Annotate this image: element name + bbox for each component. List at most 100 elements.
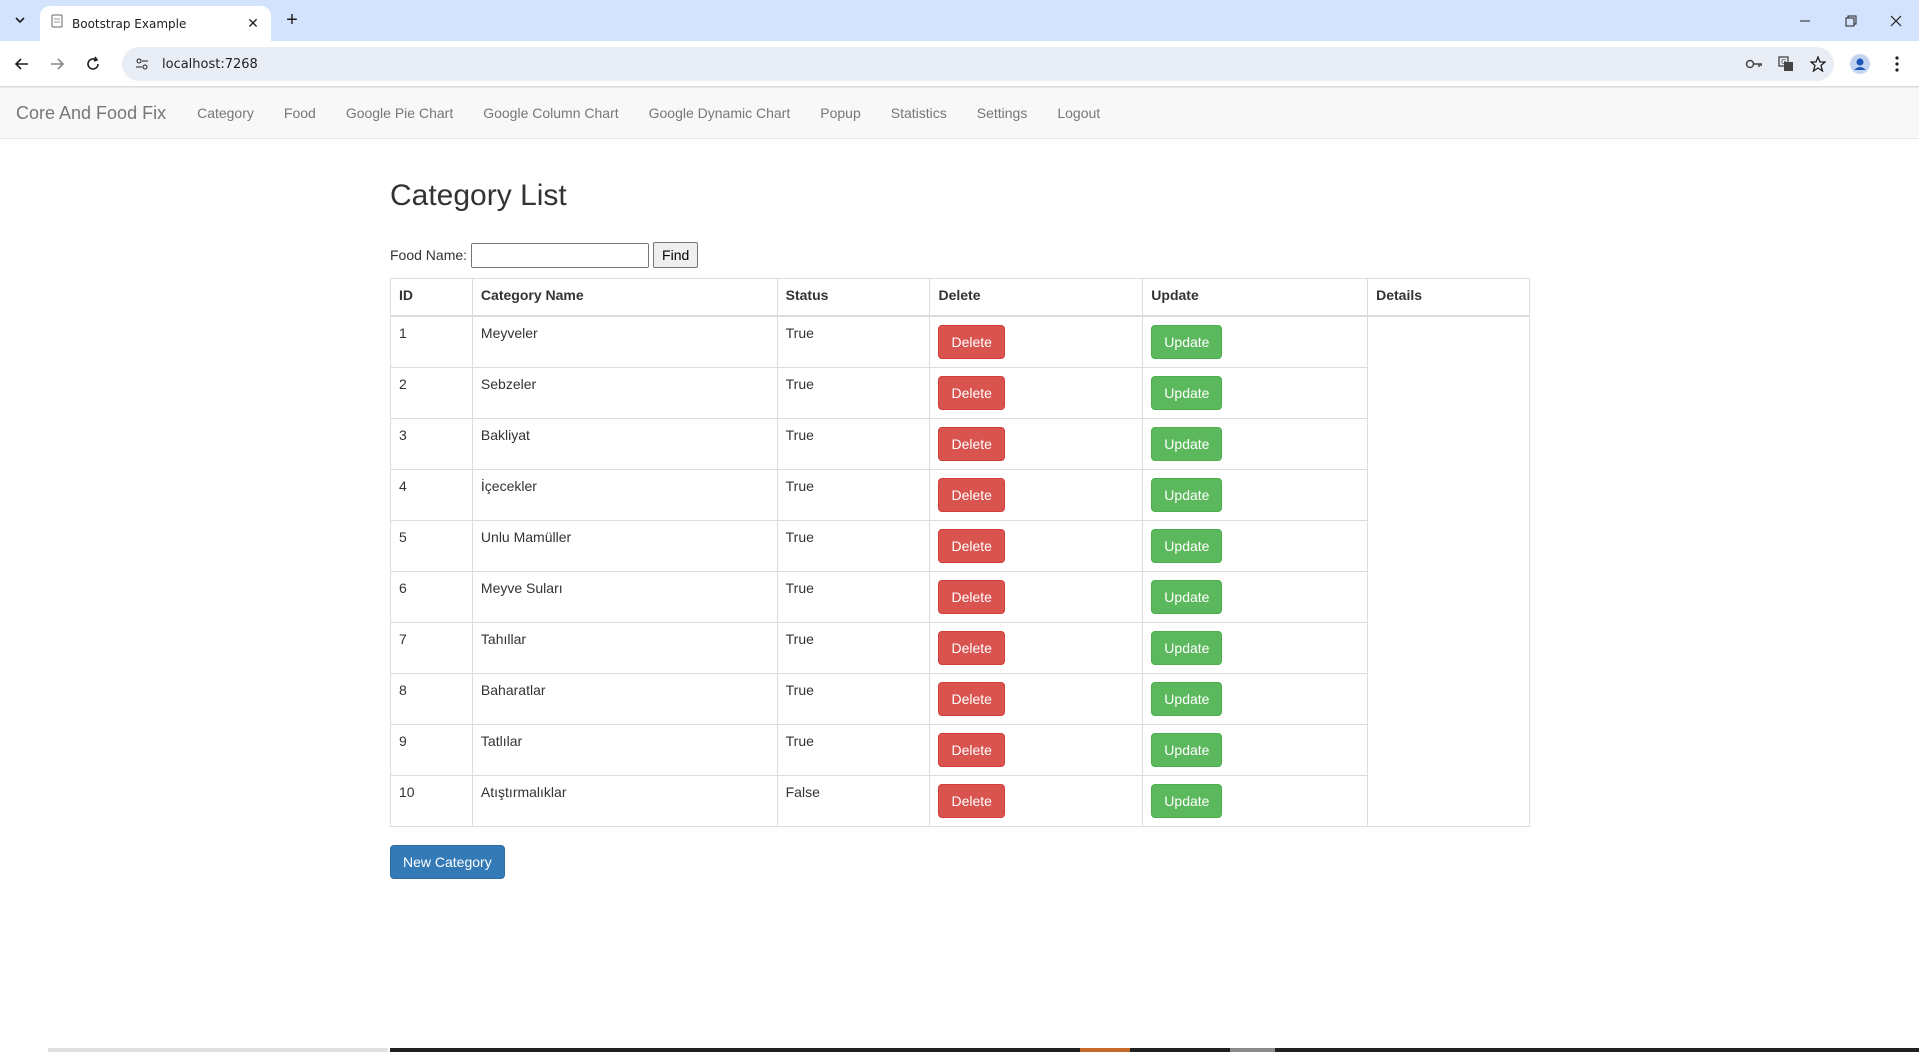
update-button[interactable]: Update (1151, 426, 1223, 461)
update-button[interactable]: Update (1151, 630, 1223, 665)
update-button[interactable]: Update (1151, 681, 1223, 716)
delete-button[interactable]: Delete (938, 477, 1005, 512)
cell-id: 10 (390, 774, 473, 827)
translate-icon[interactable]: G (1770, 50, 1802, 78)
update-button[interactable]: Update (1151, 528, 1223, 563)
cell-category-name: Meyveler (471, 315, 778, 368)
tab-title: Bootstrap Example (72, 16, 187, 31)
delete-button[interactable]: Delete (938, 324, 1005, 359)
cell-category-name: Meyve Suları (471, 570, 778, 623)
nav-link-category[interactable]: Category (182, 105, 269, 121)
nav-link-statistics[interactable]: Statistics (876, 105, 962, 121)
table-row: 1 Meyveler True Delete Update (390, 315, 1530, 827)
update-button[interactable]: Update (1151, 732, 1223, 767)
back-icon[interactable] (8, 50, 36, 78)
search-form: Food Name: Find (390, 242, 699, 268)
cell-category-name: Unlu Mamüller (471, 519, 778, 572)
delete-button[interactable]: Delete (938, 783, 1005, 818)
cell-id: 2 (390, 366, 473, 419)
cell-id: 6 (390, 570, 473, 623)
delete-button[interactable]: Delete (938, 375, 1005, 410)
cell-id: 9 (390, 723, 473, 776)
cell-update: Update (1142, 315, 1369, 368)
browser-tab[interactable]: Bootstrap Example ✕ (40, 6, 271, 41)
password-key-icon[interactable] (1738, 50, 1770, 78)
navbar-brand[interactable]: Core And Food Fix (16, 103, 166, 124)
nav-link-food[interactable]: Food (269, 105, 331, 121)
nav-link-logout[interactable]: Logout (1042, 105, 1115, 121)
cell-id: 8 (390, 672, 473, 725)
cell-status: False (776, 774, 931, 827)
table-row: 9 Tatlılar True Delete Update (390, 723, 1530, 776)
close-tab-icon[interactable]: ✕ (243, 14, 263, 34)
delete-button[interactable]: Delete (938, 426, 1005, 461)
cell-delete: Delete (929, 723, 1144, 776)
address-bar[interactable]: localhost:7268 G (122, 47, 1834, 81)
food-name-input[interactable] (471, 242, 650, 268)
cell-delete: Delete (929, 621, 1144, 674)
cell-delete: Delete (929, 570, 1144, 623)
search-label: Food Name: (390, 247, 468, 263)
cell-update: Update (1142, 621, 1369, 674)
column-header-details: Details (1367, 278, 1530, 317)
update-button[interactable]: Update (1151, 783, 1223, 818)
cell-category-name: Tahıllar (471, 621, 778, 674)
delete-button[interactable]: Delete (938, 681, 1005, 716)
cell-update: Update (1142, 723, 1369, 776)
cell-category-name: Tatlılar (471, 723, 778, 776)
update-button[interactable]: Update (1151, 477, 1223, 512)
svg-text:G: G (1781, 58, 1786, 66)
cell-delete: Delete (929, 519, 1144, 572)
cell-delete: Delete (929, 315, 1144, 368)
cell-status: True (776, 417, 931, 470)
delete-button[interactable]: Delete (938, 579, 1005, 614)
cell-id: 1 (390, 315, 473, 368)
column-header-id: ID (390, 278, 473, 317)
taskbar-edge (0, 1039, 1919, 1052)
cell-status: True (776, 366, 931, 419)
browser-toolbar: localhost:7268 G (0, 41, 1919, 87)
find-button[interactable]: Find (653, 242, 699, 268)
nav-link-google-pie-chart[interactable]: Google Pie Chart (331, 105, 468, 121)
cell-update: Update (1142, 417, 1369, 470)
delete-button[interactable]: Delete (938, 528, 1005, 563)
profile-avatar-icon[interactable] (1846, 50, 1874, 78)
cell-details (1367, 315, 1530, 827)
cell-status: True (776, 672, 931, 725)
minimize-icon[interactable] (1782, 0, 1828, 41)
cell-status: True (776, 519, 931, 572)
delete-button[interactable]: Delete (938, 732, 1005, 767)
update-button[interactable]: Update (1151, 324, 1223, 359)
cell-category-name: Sebzeler (471, 366, 778, 419)
browser-tab-bar: Bootstrap Example ✕ + (0, 0, 1919, 41)
site-info-icon[interactable] (128, 50, 156, 78)
column-header-delete: Delete (929, 278, 1144, 317)
column-header-status: Status (776, 278, 931, 317)
column-header-update: Update (1142, 278, 1369, 317)
table-row: 7 Tahıllar True Delete Update (390, 621, 1530, 674)
nav-link-settings[interactable]: Settings (962, 105, 1043, 121)
new-tab-icon[interactable]: + (280, 8, 304, 32)
url-text[interactable]: localhost:7268 (162, 57, 1738, 72)
cell-delete: Delete (929, 774, 1144, 827)
cell-id: 7 (390, 621, 473, 674)
restore-icon[interactable] (1828, 0, 1874, 41)
cell-update: Update (1142, 672, 1369, 725)
delete-button[interactable]: Delete (938, 630, 1005, 665)
more-menu-icon[interactable] (1883, 50, 1911, 78)
cell-delete: Delete (929, 366, 1144, 419)
bookmark-star-icon[interactable] (1802, 50, 1834, 78)
nav-link-google-column-chart[interactable]: Google Column Chart (468, 105, 633, 121)
update-button[interactable]: Update (1151, 579, 1223, 614)
nav-link-google-dynamic-chart[interactable]: Google Dynamic Chart (634, 105, 806, 121)
update-button[interactable]: Update (1151, 375, 1223, 410)
nav-link-popup[interactable]: Popup (805, 105, 875, 121)
new-category-button[interactable]: New Category (390, 845, 505, 879)
forward-icon[interactable] (43, 50, 71, 78)
reload-icon[interactable] (79, 50, 107, 78)
close-window-icon[interactable] (1873, 0, 1919, 41)
cell-status: True (776, 468, 931, 521)
cell-update: Update (1142, 366, 1369, 419)
cell-status: True (776, 723, 931, 776)
tab-search-icon[interactable] (8, 8, 32, 32)
